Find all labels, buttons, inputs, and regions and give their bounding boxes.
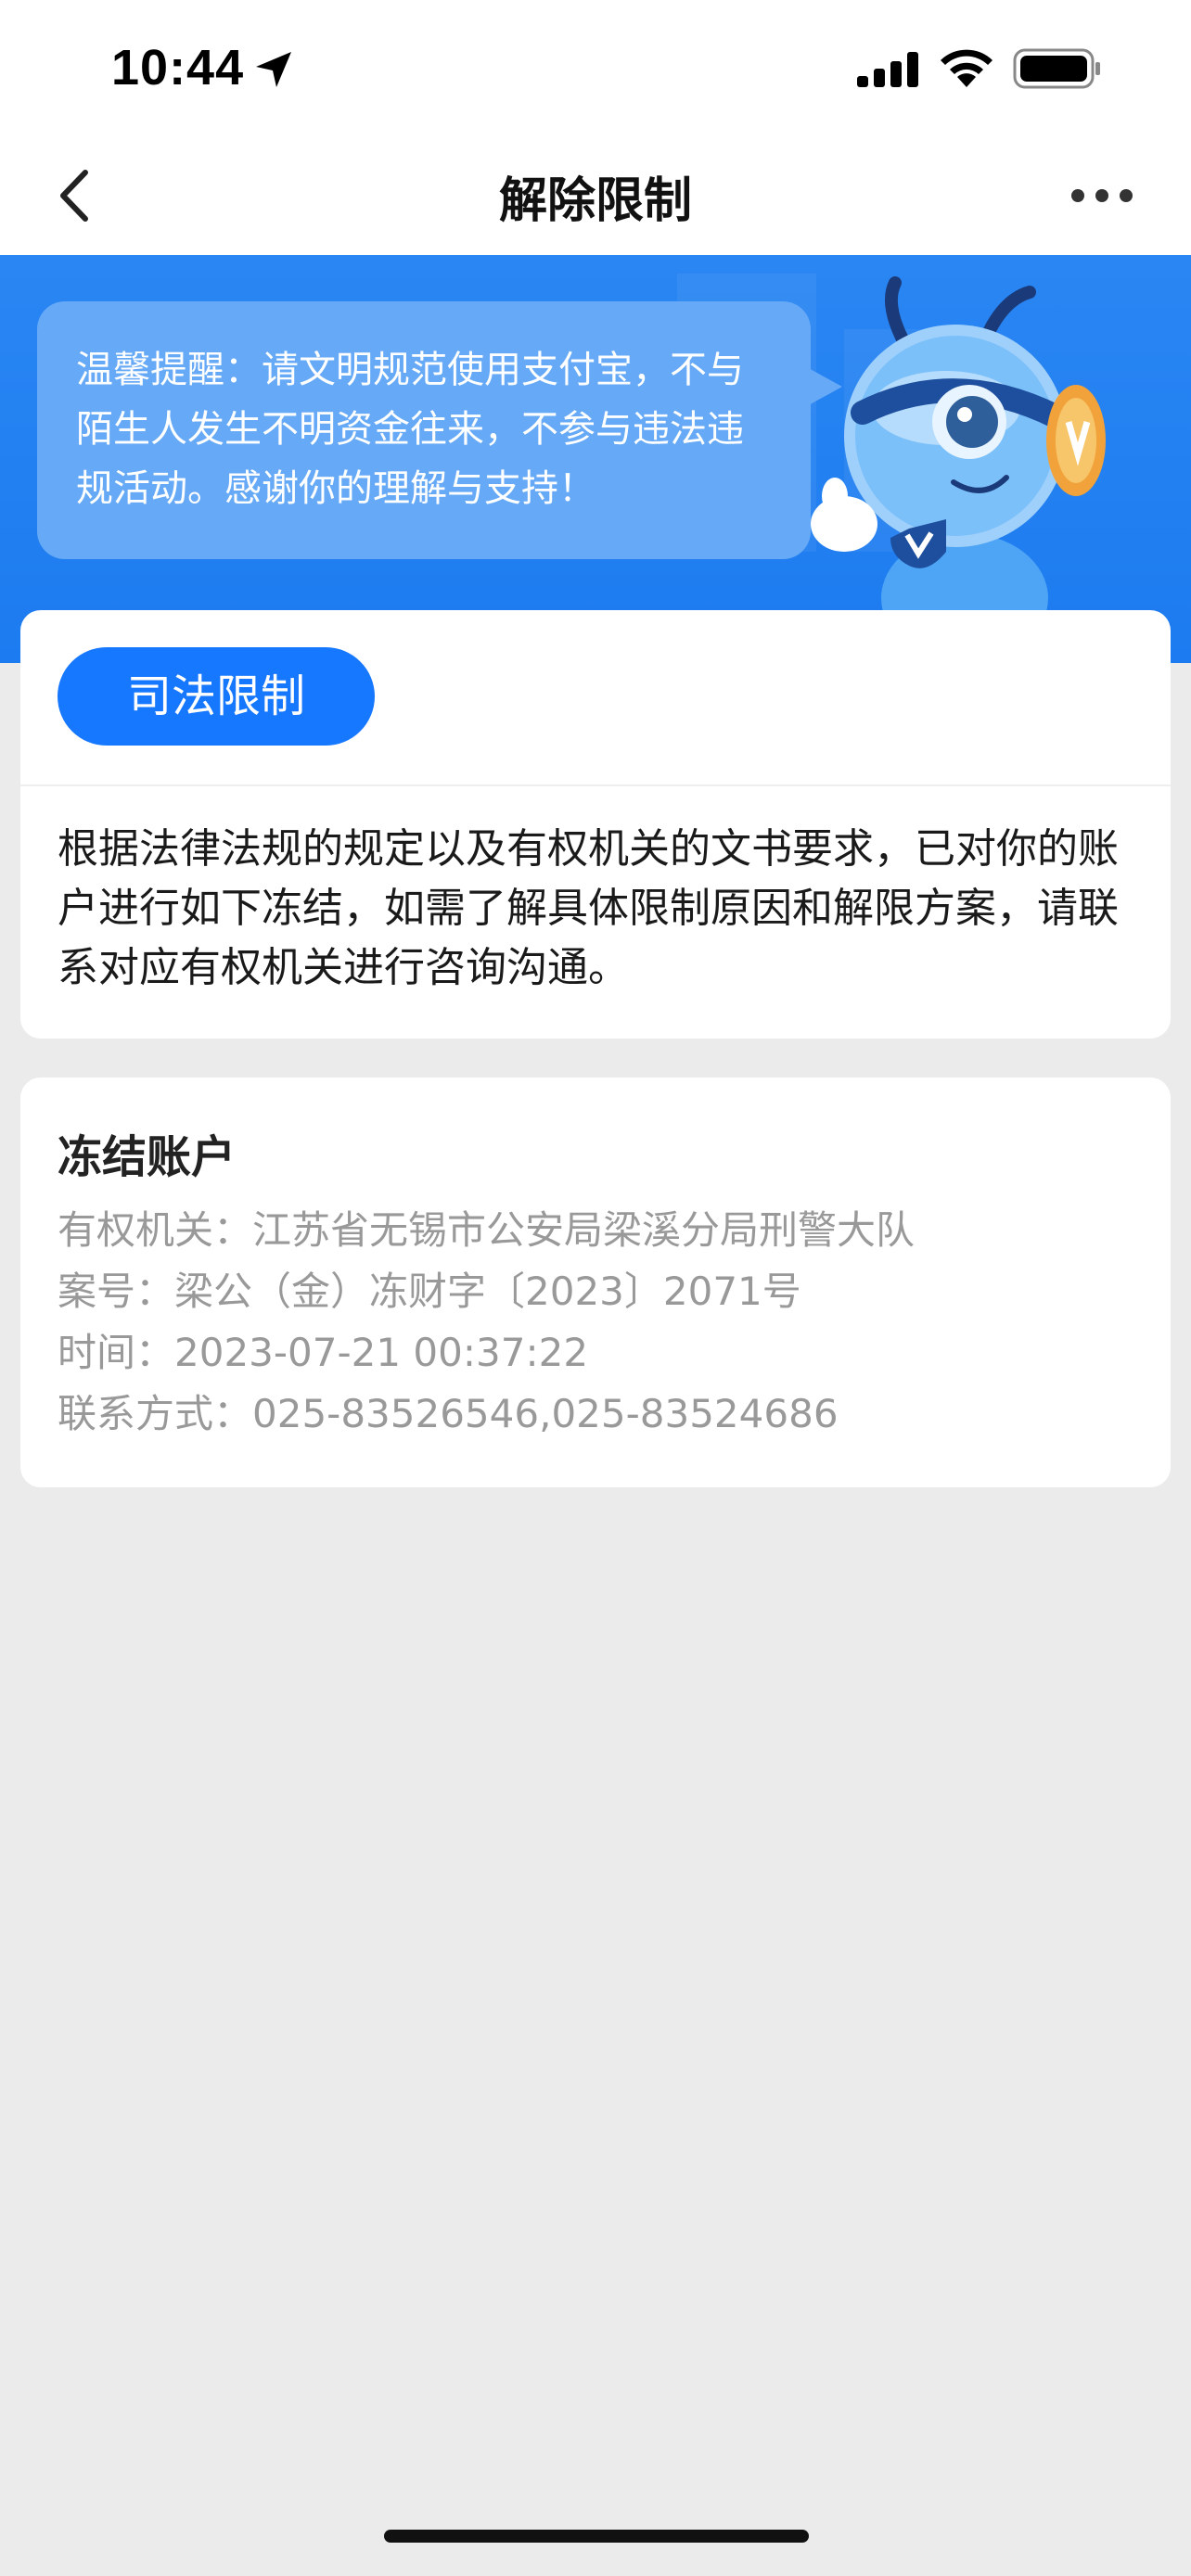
time-line: 时间：2023-07-21 00:37:22: [58, 1330, 589, 1375]
wifi-icon: [941, 49, 992, 87]
page-title: 解除限制: [498, 173, 692, 229]
judicial-restriction-tag[interactable]: 司法限制: [58, 647, 375, 746]
frozen-account-details: 有权机关：江苏省无锡市公安局梁溪分局刑警大队 案号：梁公（金）冻财字〔2023〕…: [58, 1200, 1133, 1445]
home-indicator[interactable]: [384, 2530, 809, 2543]
battery-icon: [1013, 48, 1100, 89]
status-time: 10:44: [111, 40, 245, 96]
reminder-text: 温馨提醒：请文明规范使用支付宝，不与陌生人发生不明资金往来，不参与违法违规活动。…: [76, 349, 744, 510]
restriction-description: 根据法律法规的规定以及有权机关的文书要求，已对你的账户进行如下冻结，如需了解具体…: [58, 825, 1119, 991]
signal-icon: [857, 52, 918, 87]
more-button[interactable]: [1065, 172, 1139, 219]
nav-bar: 解除限制: [0, 139, 1191, 255]
frozen-account-title: 冻结账户: [58, 1131, 237, 1183]
contact-line[interactable]: 联系方式：025-83526546,025-83524686: [58, 1384, 1133, 1445]
reminder-banner: 温馨提醒：请文明规范使用支付宝，不与陌生人发生不明资金往来，不参与违法违规活动。…: [0, 255, 1191, 663]
ant-mascot-icon: [811, 276, 1106, 644]
more-dots-icon: [1071, 189, 1133, 202]
divider: [20, 784, 1171, 786]
status-bar: 10:44: [0, 0, 1191, 139]
location-arrow-icon: [256, 52, 291, 87]
restriction-card: 司法限制 根据法律法规的规定以及有权机关的文书要求，已对你的账户进行如下冻结，如…: [20, 610, 1171, 1039]
reminder-bubble: 温馨提醒：请文明规范使用支付宝，不与陌生人发生不明资金往来，不参与违法违规活动。…: [37, 301, 842, 559]
case-number-line: 案号：梁公（金）冻财字〔2023〕2071号: [58, 1269, 801, 1314]
authority-line: 有权机关：江苏省无锡市公安局梁溪分局刑警大队: [58, 1207, 916, 1253]
frozen-account-card: 冻结账户 有权机关：江苏省无锡市公安局梁溪分局刑警大队 案号：梁公（金）冻财字〔…: [20, 1078, 1171, 1487]
